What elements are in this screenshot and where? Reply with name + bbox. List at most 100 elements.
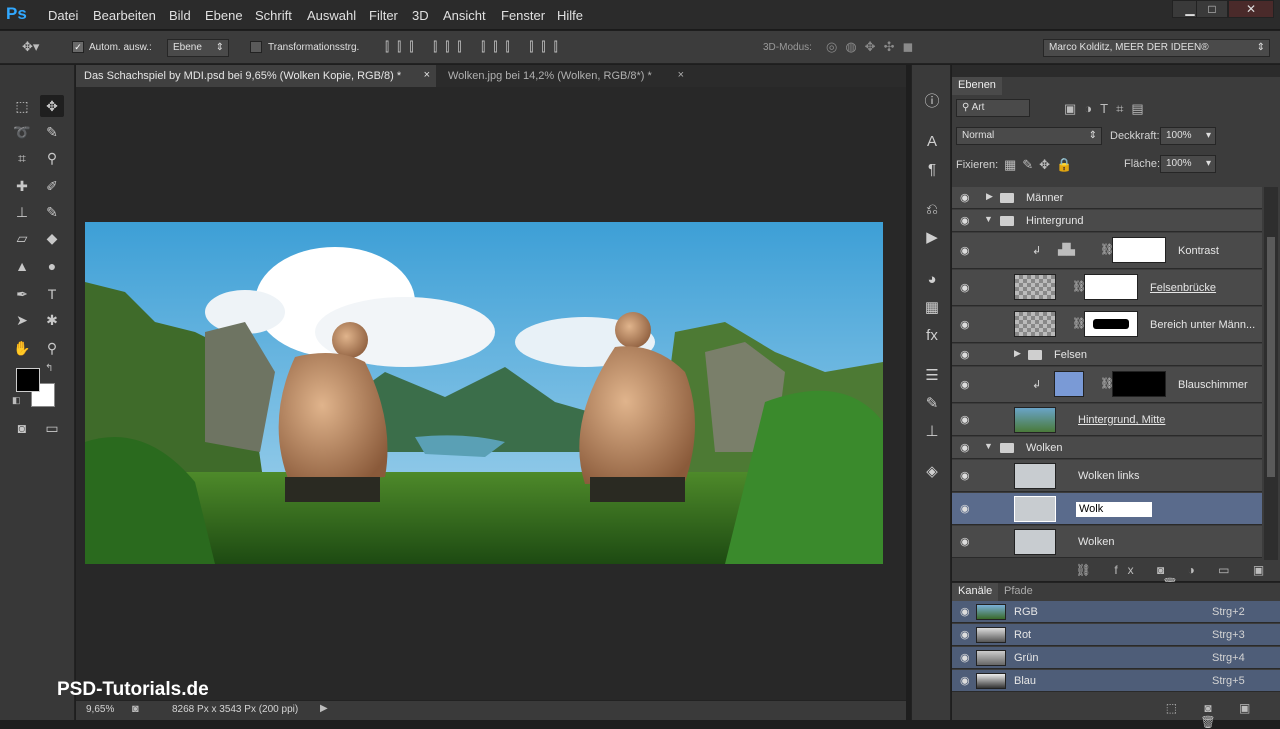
channels-tab[interactable]: Kanäle bbox=[952, 583, 999, 601]
close-tab-icon[interactable]: × bbox=[678, 69, 684, 81]
layer-thumbnail[interactable] bbox=[1054, 371, 1084, 397]
channel-row[interactable]: ◉ RGB Strg+2 bbox=[952, 601, 1280, 623]
visibility-eye-icon[interactable]: ◉ bbox=[960, 283, 974, 294]
zoom-level[interactable]: 9,65% bbox=[86, 704, 114, 715]
close-button[interactable]: ✕ bbox=[1228, 0, 1274, 18]
menu-filter[interactable]: Filter bbox=[369, 8, 398, 23]
menu-fenster[interactable]: Fenster bbox=[501, 8, 545, 23]
crop-tool-icon[interactable]: ⌗ bbox=[10, 147, 34, 169]
channel-row[interactable]: ◉ Blau Strg+5 bbox=[952, 670, 1280, 692]
3d-mode-icons[interactable]: ◎◍✥✣◼ bbox=[826, 39, 921, 55]
layer-filter-icons[interactable]: ▣◑T⌗▤ bbox=[1064, 101, 1152, 117]
blend-mode-dropdown[interactable]: Normal ⇕ bbox=[956, 127, 1102, 145]
tab-schachspiel[interactable]: Das Schachspiel by MDI.psd bei 9,65% (Wo… bbox=[76, 65, 436, 87]
layer-row[interactable]: ◉ Wolken links bbox=[952, 460, 1262, 492]
layer-mask-thumbnail[interactable] bbox=[1112, 237, 1166, 263]
paragraph-icon[interactable]: ¶ bbox=[920, 159, 944, 181]
paths-tab[interactable]: Pfade bbox=[998, 583, 1039, 601]
swap-colors-icon[interactable]: ↰ bbox=[45, 363, 53, 374]
visibility-eye-icon[interactable]: ◉ bbox=[960, 630, 974, 641]
menu-hilfe[interactable]: Hilfe bbox=[557, 8, 583, 23]
brush-presets-icon[interactable]: ✎ bbox=[920, 393, 944, 415]
menu-schrift[interactable]: Schrift bbox=[255, 8, 292, 23]
visibility-eye-icon[interactable]: ◉ bbox=[960, 415, 974, 426]
eyedropper-tool-icon[interactable]: ⚲ bbox=[40, 147, 64, 169]
history-brush-icon[interactable]: ✎ bbox=[40, 201, 64, 223]
expand-arrow-icon[interactable]: ▶ bbox=[986, 191, 993, 202]
auto-select-checkbox[interactable]: ✓ bbox=[72, 41, 84, 53]
visibility-eye-icon[interactable]: ◉ bbox=[960, 653, 974, 664]
document-canvas[interactable] bbox=[85, 222, 883, 564]
visibility-eye-icon[interactable]: ◉ bbox=[960, 350, 974, 361]
layer-row[interactable]: ◉ ▼ Wolken bbox=[952, 437, 1262, 459]
layer-row[interactable]: ◉ ⛓ Bereich unter Männ... bbox=[952, 307, 1262, 343]
layer-row[interactable]: ◉ Wolken bbox=[952, 526, 1262, 558]
type-tool-icon[interactable]: T bbox=[40, 283, 64, 305]
menu-ebene[interactable]: Ebene bbox=[205, 8, 243, 23]
maximize-button[interactable]: □ bbox=[1196, 0, 1228, 18]
status-info-icon[interactable]: ◙ bbox=[132, 703, 139, 715]
layers-scrollbar[interactable] bbox=[1264, 187, 1278, 560]
3d-icon[interactable]: ◈ bbox=[920, 461, 944, 483]
zoom-tool-icon[interactable]: ⚲ bbox=[40, 337, 64, 359]
layer-row[interactable]: ◉ ↲ ▟▙ ⛓ Kontrast bbox=[952, 233, 1262, 269]
hand-tool-icon[interactable]: ✋ bbox=[10, 337, 34, 359]
dodge-tool-icon[interactable]: ● bbox=[40, 255, 64, 277]
layer-thumbnail[interactable] bbox=[1014, 496, 1056, 522]
swatches-icon[interactable]: ▦ bbox=[920, 297, 944, 319]
layer-thumbnail[interactable] bbox=[1014, 463, 1056, 489]
path-select-icon[interactable]: ➤ bbox=[10, 309, 34, 331]
layer-row[interactable]: ◉ ▼ Hintergrund bbox=[952, 210, 1262, 232]
styles-icon[interactable]: fx bbox=[920, 325, 944, 347]
quick-mask-icon[interactable]: ◙ bbox=[10, 417, 34, 439]
visibility-eye-icon[interactable]: ◉ bbox=[960, 320, 974, 331]
close-tab-icon[interactable]: × bbox=[424, 69, 430, 81]
menu-3d[interactable]: 3D bbox=[412, 8, 429, 23]
tab-wolken[interactable]: Wolken.jpg bei 14,2% (Wolken, RGB/8*) * … bbox=[440, 65, 690, 87]
adjustments-icon[interactable]: ☰ bbox=[920, 365, 944, 387]
pen-tool-icon[interactable]: ✒ bbox=[10, 283, 34, 305]
menu-bearbeiten[interactable]: Bearbeiten bbox=[93, 8, 156, 23]
channel-row[interactable]: ◉ Grün Strg+4 bbox=[952, 647, 1280, 669]
layer-row[interactable]: ◉ ⛓ Felsenbrücke bbox=[952, 270, 1262, 306]
layer-rename-input[interactable]: Wolk bbox=[1076, 502, 1152, 517]
collapse-arrow-icon[interactable]: ▼ bbox=[984, 441, 993, 451]
move-tool-icon[interactable]: ✥ bbox=[40, 95, 64, 117]
menu-auswahl[interactable]: Auswahl bbox=[307, 8, 356, 23]
layer-thumbnail[interactable] bbox=[1014, 311, 1056, 337]
layer-thumbnail[interactable] bbox=[1014, 529, 1056, 555]
layers-tab[interactable]: Ebenen bbox=[952, 77, 1002, 95]
actions-icon[interactable]: ▶ bbox=[920, 227, 944, 249]
transform-checkbox[interactable] bbox=[250, 41, 262, 53]
healing-brush-icon[interactable]: ✚ bbox=[10, 175, 34, 197]
layer-row[interactable]: ◉ ▶ Felsen bbox=[952, 344, 1262, 366]
default-colors-icon[interactable]: ◧ bbox=[12, 395, 21, 406]
layer-row[interactable]: ◉ Hintergrund, Mitte bbox=[952, 404, 1262, 436]
foreground-color-swatch[interactable] bbox=[16, 368, 40, 392]
visibility-eye-icon[interactable]: ◉ bbox=[960, 380, 974, 391]
clone-source-icon[interactable]: ⊥ bbox=[920, 421, 944, 443]
quick-select-tool-icon[interactable]: ✎ bbox=[40, 121, 64, 143]
color-icon[interactable]: ◕ bbox=[920, 269, 944, 291]
visibility-eye-icon[interactable]: ◉ bbox=[960, 607, 974, 618]
lasso-tool-icon[interactable]: ➰ bbox=[10, 121, 34, 143]
workspace-dropdown[interactable]: Marco Kolditz, MEER DER IDEEN® ⇕ bbox=[1043, 39, 1270, 57]
clone-stamp-icon[interactable]: ⊥ bbox=[10, 201, 34, 223]
status-menu-icon[interactable]: ▶ bbox=[320, 703, 328, 714]
visibility-eye-icon[interactable]: ◉ bbox=[960, 246, 974, 257]
lock-icons[interactable]: ▦✎✥🔒 bbox=[1004, 157, 1078, 173]
visibility-eye-icon[interactable]: ◉ bbox=[960, 193, 974, 204]
channel-actions-toolbar[interactable]: ⬚ ◙ ▣ 🗑 bbox=[1148, 701, 1280, 729]
collapse-arrow-icon[interactable]: ▼ bbox=[984, 214, 993, 224]
opacity-input[interactable]: 100% ▾ bbox=[1160, 127, 1216, 145]
visibility-eye-icon[interactable]: ◉ bbox=[960, 676, 974, 687]
visibility-eye-icon[interactable]: ◉ bbox=[960, 471, 974, 482]
align-icons[interactable]: ⫿⫿⫿ ⫿⫿⫿ ⫿⫿⫿ ⫿⫿⫿ bbox=[385, 39, 566, 55]
brush-tool-icon[interactable]: ✐ bbox=[40, 175, 64, 197]
visibility-eye-icon[interactable]: ◉ bbox=[960, 504, 974, 515]
marquee-tool-icon[interactable]: ⬚ bbox=[10, 95, 34, 117]
visibility-eye-icon[interactable]: ◉ bbox=[960, 216, 974, 227]
layer-row-selected[interactable]: ◉ Wolk bbox=[952, 493, 1262, 525]
shape-tool-icon[interactable]: ✱ bbox=[40, 309, 64, 331]
blur-tool-icon[interactable]: ▲ bbox=[10, 255, 34, 277]
